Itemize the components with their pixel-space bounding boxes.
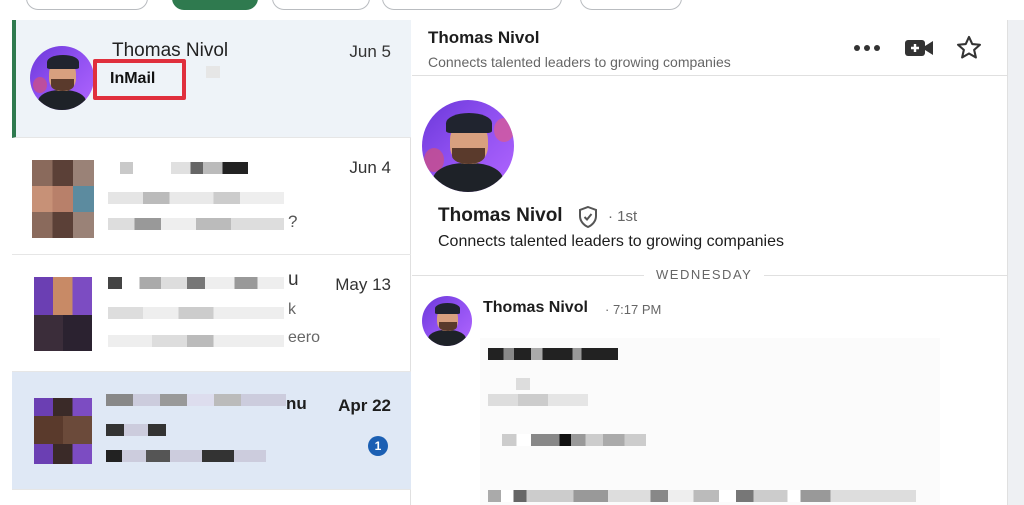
filter-pill-active[interactable] bbox=[172, 0, 258, 10]
filter-pill[interactable] bbox=[382, 0, 562, 10]
message-time: · 7:17 PM bbox=[605, 302, 662, 317]
redacted-pixel bbox=[206, 66, 220, 78]
profile-avatar[interactable] bbox=[422, 100, 514, 192]
profile-headline: Connects talented leaders to growing com… bbox=[438, 233, 784, 250]
redacted-name bbox=[106, 394, 286, 406]
redacted-snippet bbox=[106, 450, 266, 462]
conversation-date: Jun 5 bbox=[349, 42, 391, 61]
redacted-name bbox=[120, 162, 248, 174]
name-tail: nu bbox=[286, 394, 307, 413]
messaging-frame: Thomas Nivol Jun 5 InMail Jun 4 ? u May … bbox=[0, 20, 1008, 505]
video-call-icon[interactable] bbox=[902, 34, 936, 62]
conversation-item[interactable]: nu Apr 22 1 bbox=[12, 372, 411, 490]
header-name[interactable]: Thomas Nivol bbox=[428, 28, 539, 48]
header-headline: Connects talented leaders to growing com… bbox=[428, 54, 731, 70]
conversation-date: Apr 22 bbox=[338, 396, 391, 415]
redacted-name bbox=[108, 277, 284, 289]
redacted-snippet bbox=[108, 335, 284, 347]
snippet-tail: ? bbox=[288, 212, 298, 231]
snippet-tail-2: eero bbox=[288, 329, 321, 346]
connection-degree: · 1st bbox=[608, 208, 638, 225]
conversation-date: May 13 bbox=[335, 275, 391, 294]
name-tail: u bbox=[288, 269, 299, 290]
sender-avatar[interactable] bbox=[422, 296, 472, 346]
redacted-snippet bbox=[106, 424, 166, 436]
filter-pill[interactable] bbox=[580, 0, 682, 10]
filter-bar bbox=[0, 0, 1024, 20]
more-icon[interactable] bbox=[850, 34, 884, 62]
redacted-snippet bbox=[108, 192, 284, 204]
conversation-item[interactable]: Thomas Nivol Jun 5 InMail bbox=[12, 20, 411, 138]
verified-shield-icon bbox=[578, 205, 598, 233]
filter-pill[interactable] bbox=[272, 0, 370, 10]
unread-badge: 1 bbox=[368, 436, 388, 456]
inmail-tag: InMail bbox=[110, 70, 156, 87]
conversation-item[interactable]: Jun 4 ? bbox=[12, 138, 411, 255]
star-icon[interactable] bbox=[952, 34, 986, 62]
redacted-snippet bbox=[108, 307, 284, 319]
message-body-redacted bbox=[480, 338, 940, 505]
conversation-list: Thomas Nivol Jun 5 InMail Jun 4 ? u May … bbox=[0, 20, 411, 505]
avatar bbox=[30, 46, 94, 110]
redacted-snippet bbox=[108, 218, 284, 230]
message-sender[interactable]: Thomas Nivol bbox=[483, 299, 588, 317]
profile-name[interactable]: Thomas Nivol bbox=[438, 205, 563, 227]
day-divider: WEDNESDAY bbox=[644, 267, 765, 282]
filter-pill[interactable] bbox=[26, 0, 148, 10]
conversation-item[interactable]: u May 13 k eero bbox=[12, 255, 411, 372]
conversation-date: Jun 4 bbox=[349, 158, 391, 177]
message-pane: Thomas Nivol Connects talented leaders t… bbox=[412, 20, 1008, 505]
snippet-tail: k bbox=[288, 301, 296, 318]
conversation-header: Thomas Nivol Connects talented leaders t… bbox=[412, 20, 1008, 76]
